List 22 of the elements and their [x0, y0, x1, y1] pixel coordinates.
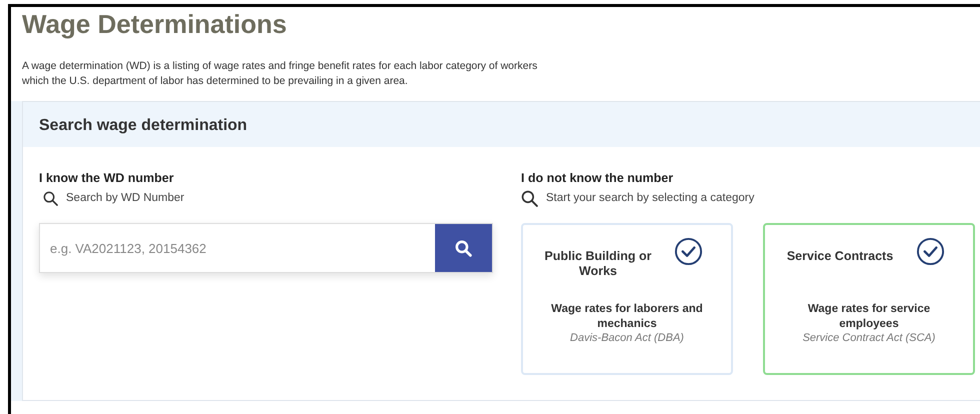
category-description: Wage rates for service employees [806, 302, 932, 332]
page-title: Wage Determinations [22, 8, 288, 40]
category-act: Service Contract Act (SCA) [802, 332, 936, 346]
search-icon [455, 240, 472, 257]
section-heading: I know the WD number [39, 171, 175, 186]
check-circle-icon [916, 237, 945, 266]
panel-header: Search wage determination [23, 102, 980, 147]
category-act: Davis-Bacon Act (DBA) [569, 332, 685, 346]
search-button[interactable] [435, 224, 492, 272]
search-icon [43, 191, 58, 206]
search-field[interactable]: e.g. VA2021123, 20154362 [39, 223, 493, 274]
category-title: Service Contracts [786, 249, 894, 266]
search-hint: Start your search by selecting a category [546, 191, 754, 206]
category-description: Wage rates for laborers and mechanics [550, 302, 704, 332]
search-hint: Search by WD Number [66, 191, 184, 206]
category-title: Public Building or Works [544, 249, 652, 280]
check-circle-icon [674, 237, 703, 266]
page-description: A wage determination (WD) is a listing of wage rates and fringe benefit rates for each labor category of workers which the U.S. department of labor has determined to be prevailing in a given area. [22, 59, 538, 89]
category-card[interactable]: Service Contracts Wage rates for service employees Service Contract Act (SCA) [763, 223, 975, 376]
category-card[interactable]: Public Building or Works Wage rates for laborers and mechanics Davis-Bacon Act (DBA) [521, 223, 733, 376]
search-icon [521, 190, 538, 208]
section-heading: I do not know the number [521, 171, 674, 186]
